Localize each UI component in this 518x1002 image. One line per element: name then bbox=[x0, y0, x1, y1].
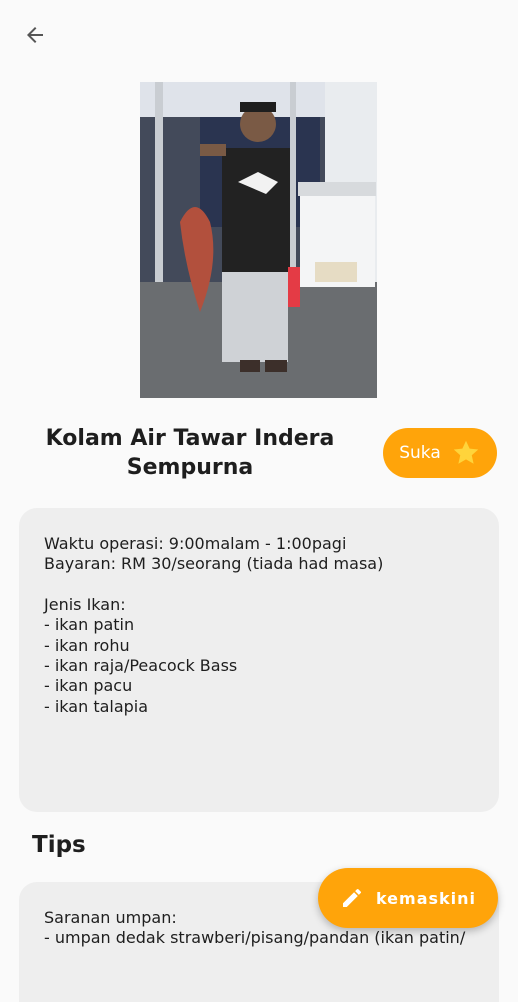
back-button[interactable] bbox=[18, 20, 52, 50]
operating-hours: Waktu operasi: 9:00malam - 1:00pagi bbox=[44, 534, 347, 553]
spot-title: Kolam Air Tawar Indera Sempurna bbox=[40, 424, 340, 482]
list-item: - ikan talapia bbox=[44, 696, 149, 716]
update-button[interactable]: kemaskini bbox=[318, 868, 498, 928]
spot-title-line1: Kolam Air Tawar Indera bbox=[45, 426, 335, 451]
update-label: kemaskini bbox=[375, 888, 477, 908]
list-item: - ikan rohu bbox=[44, 635, 130, 655]
star-icon bbox=[453, 440, 479, 464]
list-item: - ikan patin bbox=[44, 615, 135, 635]
payment: Bayaran: RM 30/seorang (tiada had masa) bbox=[44, 554, 384, 574]
spot-title-line2: Sempurna bbox=[126, 455, 254, 480]
spot-photo bbox=[140, 82, 377, 398]
fish-heading: Jenis Ikan: bbox=[44, 594, 126, 614]
like-label: Suka bbox=[399, 443, 441, 463]
bait-line: - umpan dedak strawberi/pisang/pandan (i… bbox=[44, 928, 466, 948]
like-button[interactable]: Suka bbox=[383, 428, 497, 478]
pencil-icon bbox=[342, 888, 361, 907]
list-item: - ikan raja/Peacock Bass bbox=[44, 656, 238, 676]
list-item: - ikan pacu bbox=[44, 676, 133, 696]
info-card: Waktu operasi: 9:00malam - 1:00pagi Baya… bbox=[19, 508, 499, 812]
arrow-left-icon bbox=[27, 27, 43, 43]
tips-heading: Tips bbox=[32, 832, 86, 858]
